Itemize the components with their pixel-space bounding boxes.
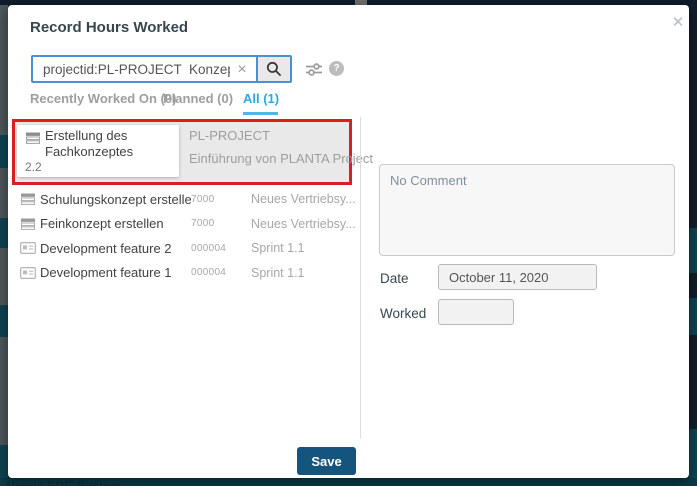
- result-project-name: Neues Vertriebsy...: [251, 192, 361, 206]
- active-tab-underline: [243, 112, 278, 115]
- search-result-row[interactable]: Schulungskonzept erstellen 7000 Neues Ve…: [12, 187, 361, 212]
- result-task-id: 000004: [191, 267, 251, 278]
- dialog-title: Record Hours Worked: [30, 19, 188, 36]
- selected-project-name: Einführung von PLANTA Project: [189, 151, 373, 166]
- search-button[interactable]: [256, 55, 292, 83]
- comment-textarea[interactable]: [379, 164, 675, 256]
- save-button[interactable]: Save: [297, 447, 356, 475]
- search-group: ×: [31, 55, 292, 83]
- result-project-name: Neues Vertriebsy...: [251, 217, 361, 231]
- record-hours-dialog: Record Hours Worked ✕ ×: [8, 5, 689, 478]
- search-icon: [266, 61, 282, 77]
- result-task-name: Schulungskonzept erstellen: [40, 192, 191, 207]
- id-card-icon: [20, 266, 36, 280]
- search-box: ×: [31, 55, 258, 83]
- tab-planned[interactable]: Planned (0): [163, 91, 233, 106]
- task-rows-icon: [20, 217, 36, 231]
- vertical-divider: [360, 117, 361, 439]
- date-field[interactable]: [438, 264, 597, 290]
- search-results-list: Schulungskonzept erstellen 7000 Neues Ve…: [12, 187, 361, 285]
- result-task-id: 7000: [191, 218, 251, 229]
- result-task-name: Development feature 2: [40, 241, 191, 256]
- background-left-edge: [0, 5, 8, 478]
- worked-field[interactable]: [438, 299, 514, 325]
- result-project-name: Sprint 1.1: [251, 241, 361, 255]
- selected-task-card[interactable]: Erstellung des Fachkonzeptes 2.2: [17, 125, 179, 177]
- result-task-id: 7000: [191, 194, 251, 205]
- result-task-name: Feinkonzept erstellen: [40, 216, 191, 231]
- result-task-name: Development feature 1: [40, 265, 191, 280]
- tab-recently-worked-on[interactable]: Recently Worked On (0): [30, 91, 176, 106]
- tab-all[interactable]: All (1): [243, 91, 279, 106]
- filter-sliders-icon[interactable]: [305, 61, 323, 78]
- worked-label: Worked: [380, 306, 426, 321]
- selected-task-name: Erstellung des Fachkonzeptes: [45, 128, 171, 160]
- task-rows-icon: [20, 192, 36, 206]
- selected-project-id: PL-PROJECT: [189, 128, 270, 143]
- background-right-edge: [689, 5, 697, 478]
- clear-search-icon[interactable]: ×: [233, 61, 251, 79]
- selected-result-highlight[interactable]: Erstellung des Fachkonzeptes 2.2 PL-PROJ…: [12, 119, 352, 185]
- search-input[interactable]: [33, 57, 256, 81]
- selected-task-id: 2.2: [25, 160, 42, 174]
- search-result-row[interactable]: Development feature 2 000004 Sprint 1.1: [12, 236, 361, 261]
- help-icon[interactable]: ?: [329, 61, 344, 76]
- task-rows-icon: [25, 131, 41, 145]
- result-project-name: Sprint 1.1: [251, 266, 361, 280]
- background-page-text: Neues EDE-System: [6, 479, 122, 486]
- page-background: Neues EDE-System Record Hours Worked ✕ ×: [0, 0, 697, 486]
- search-result-row[interactable]: Feinkonzept erstellen 7000 Neues Vertrie…: [12, 212, 361, 237]
- search-result-row[interactable]: Development feature 1 000004 Sprint 1.1: [12, 261, 361, 286]
- background-bottom-bar: Neues EDE-System: [0, 478, 697, 486]
- date-label: Date: [380, 271, 409, 286]
- close-icon[interactable]: ✕: [668, 13, 688, 33]
- id-card-icon: [20, 241, 36, 255]
- tab-bar: Recently Worked On (0) Planned (0) All (…: [8, 91, 689, 117]
- result-task-id: 000004: [191, 243, 251, 254]
